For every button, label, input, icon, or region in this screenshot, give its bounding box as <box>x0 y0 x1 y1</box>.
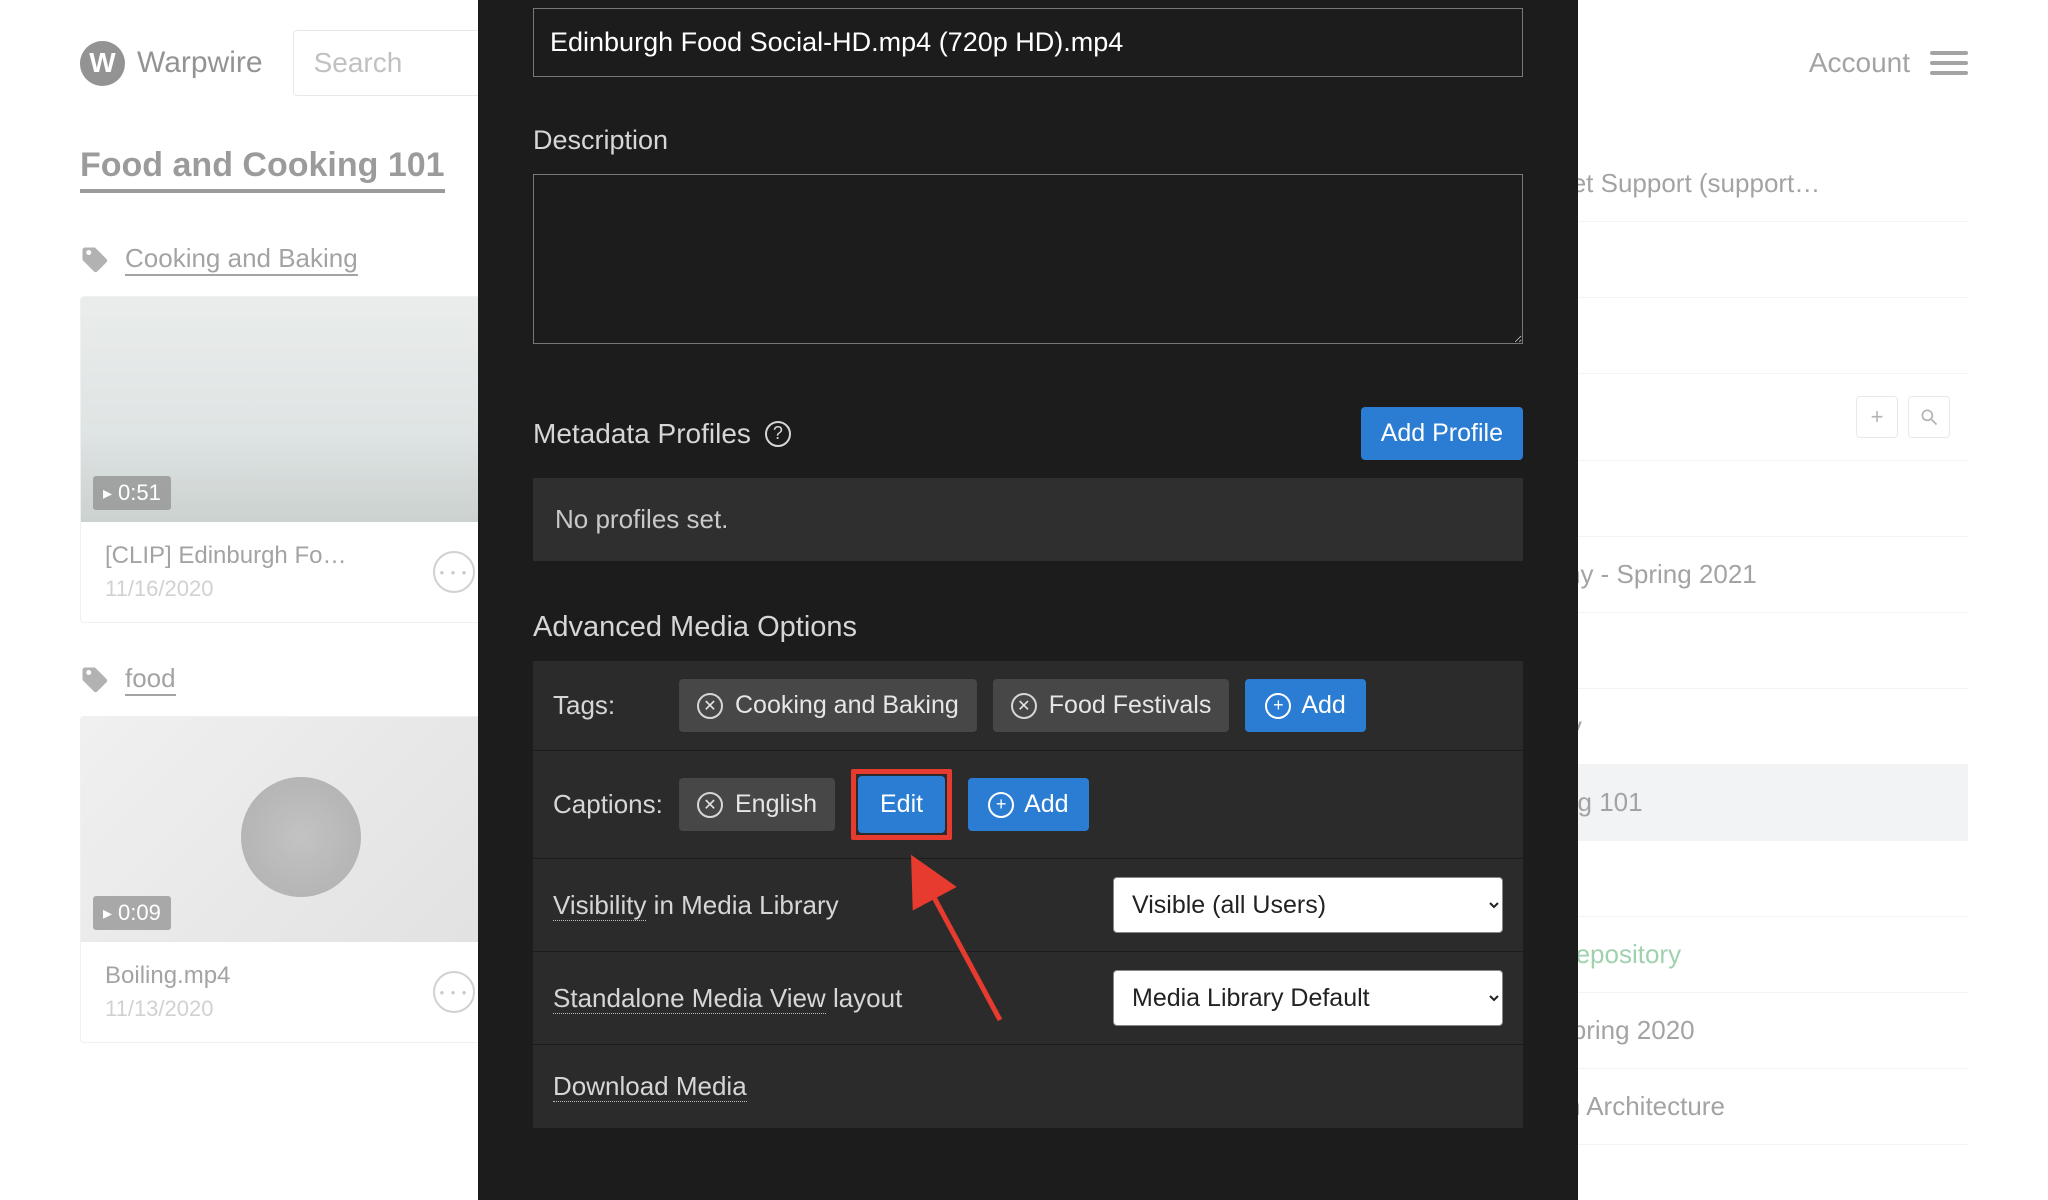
edit-caption-button[interactable]: Edit <box>858 776 945 833</box>
duration-badge: 0:51 <box>93 476 171 510</box>
tag-link-food[interactable]: food <box>125 663 176 696</box>
visibility-select[interactable]: Visible (all Users) <box>1113 877 1503 933</box>
remove-caption-icon[interactable]: ✕ <box>697 792 723 818</box>
standalone-select[interactable]: Media Library Default <box>1113 970 1503 1026</box>
tag-link-cooking[interactable]: Cooking and Baking <box>125 243 358 276</box>
add-button-label: Add <box>1301 691 1345 720</box>
tag-chip-label: Cooking and Baking <box>735 691 959 720</box>
description-textarea[interactable] <box>533 174 1523 344</box>
tags-label: Tags: <box>553 690 663 721</box>
more-menu-icon[interactable]: ● ● ● <box>433 551 475 593</box>
tag-icon <box>80 665 110 695</box>
media-card[interactable]: 0:09 Boiling.mp4 11/13/2020 ● ● ● <box>80 716 500 1043</box>
media-thumbnail: 0:51 <box>81 297 499 522</box>
tag-icon <box>80 245 110 275</box>
profiles-empty-state: No profiles set. <box>533 478 1523 561</box>
media-settings-modal: Description Metadata Profiles ? Add Prof… <box>478 0 1578 1200</box>
tag-chip[interactable]: ✕ Food Festivals <box>993 679 1230 732</box>
media-card[interactable]: 0:51 [CLIP] Edinburgh Fo… 11/16/2020 ● ●… <box>80 296 500 623</box>
caption-chip[interactable]: ✕ English <box>679 778 835 831</box>
standalone-label: Standalone Media View layout <box>553 983 902 1014</box>
standalone-row: Standalone Media View layout Media Libra… <box>533 951 1523 1044</box>
brand-name: Warpwire <box>137 46 263 80</box>
advanced-options-heading: Advanced Media Options <box>533 611 1523 644</box>
media-title: [CLIP] Edinburgh Fo… <box>105 542 433 570</box>
visibility-label: Visibility in Media Library <box>553 890 839 921</box>
add-caption-button[interactable]: + Add <box>968 778 1088 831</box>
more-menu-icon[interactable]: ● ● ● <box>433 971 475 1013</box>
plus-icon: + <box>988 792 1014 818</box>
tag-chip-label: Food Festivals <box>1049 691 1212 720</box>
download-media-link[interactable]: Download Media <box>553 1071 747 1102</box>
add-library-button[interactable]: + <box>1856 396 1898 438</box>
account-link[interactable]: Account <box>1809 47 1910 79</box>
add-profile-button[interactable]: Add Profile <box>1361 407 1523 460</box>
page-title[interactable]: Food and Cooking 101 <box>80 146 445 193</box>
remove-tag-icon[interactable]: ✕ <box>1011 693 1037 719</box>
visibility-row: Visibility in Media Library Visible (all… <box>533 858 1523 951</box>
media-thumbnail: 0:09 <box>81 717 499 942</box>
media-title: Boiling.mp4 <box>105 962 433 990</box>
plus-icon: + <box>1265 693 1291 719</box>
metadata-profiles-heading: Metadata Profiles ? <box>533 418 791 450</box>
search-icon <box>1919 407 1939 427</box>
add-button-label: Add <box>1024 790 1068 819</box>
captions-row: Captions: ✕ English Edit + Add <box>533 750 1523 858</box>
description-label: Description <box>533 125 1523 156</box>
media-date: 11/16/2020 <box>105 576 433 602</box>
tag-chip[interactable]: ✕ Cooking and Baking <box>679 679 977 732</box>
help-icon[interactable]: ? <box>765 421 791 447</box>
duration-badge: 0:09 <box>93 896 171 930</box>
media-title-input[interactable] <box>533 8 1523 77</box>
add-tag-button[interactable]: + Add <box>1245 679 1365 732</box>
menu-icon[interactable] <box>1930 51 1968 75</box>
tags-row: Tags: ✕ Cooking and Baking ✕ Food Festival… <box>533 660 1523 750</box>
media-date: 11/13/2020 <box>105 996 433 1022</box>
search-libraries-button[interactable] <box>1908 396 1950 438</box>
captions-label: Captions: <box>553 789 663 820</box>
brand-logo[interactable]: W Warpwire <box>80 41 263 86</box>
download-row: Download Media <box>533 1044 1523 1128</box>
highlight-annotation: Edit <box>851 769 952 840</box>
brand-logo-icon: W <box>80 41 125 86</box>
remove-tag-icon[interactable]: ✕ <box>697 693 723 719</box>
caption-chip-label: English <box>735 790 817 819</box>
